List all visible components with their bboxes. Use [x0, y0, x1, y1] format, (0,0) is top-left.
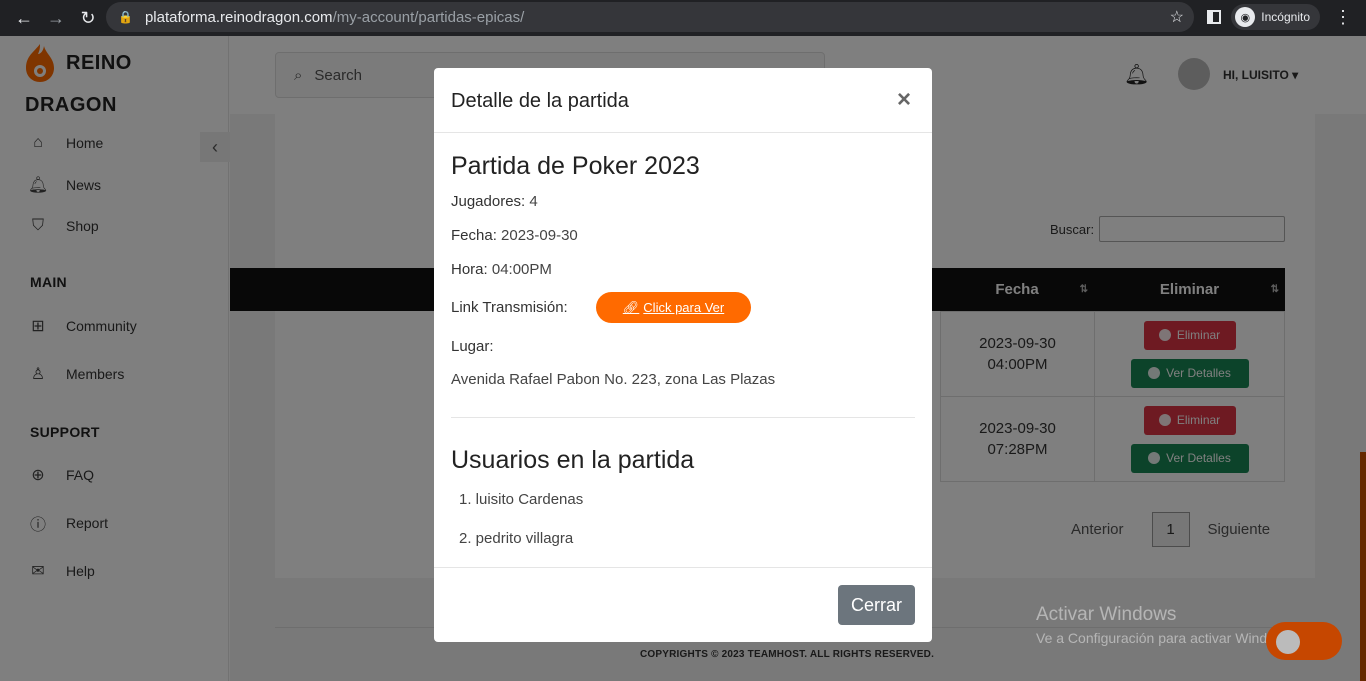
link-field-label: Link Transmisión: — [451, 299, 568, 316]
time-value: 04:00PM — [491, 261, 552, 278]
browser-nav: ← → ↻ — [8, 2, 104, 34]
incognito-badge[interactable]: ◉ Incógnito — [1231, 4, 1320, 30]
close-button[interactable]: Cerrar — [838, 585, 915, 625]
sidepanel-icon[interactable] — [1207, 10, 1222, 24]
theme-toggle[interactable] — [1266, 622, 1342, 660]
place-address: Avenida Rafael Pabon No. 223, zona Las P… — [451, 371, 776, 388]
reload-icon[interactable]: ↻ — [72, 2, 104, 34]
close-icon[interactable]: × — [897, 86, 911, 114]
url-host: plataforma.reinodragon.com — [144, 8, 333, 26]
game-title: Partida de Poker 2023 — [451, 152, 700, 180]
place-label: Lugar: — [451, 338, 494, 355]
list-item: 2. pedrito villagra — [459, 530, 574, 547]
stream-link-label: Click para Ver — [643, 300, 725, 315]
address-bar[interactable]: 🔒 plataforma.reinodragon.com/my-account/… — [106, 2, 1194, 32]
toggle-knob — [1276, 630, 1300, 654]
date-value: 2023-09-30 — [501, 227, 578, 244]
players-value: 4 — [529, 193, 538, 210]
list-item: 1. luisito Cardenas — [459, 491, 584, 508]
browser-toolbar: ← → ↻ 🔒 plataforma.reinodragon.com/my-ac… — [0, 0, 1366, 36]
bookmark-star-icon[interactable]: ☆ — [1170, 7, 1184, 27]
url-path: /my-account/partidas-epicas/ — [332, 8, 525, 26]
incognito-icon: ◉ — [1235, 7, 1256, 27]
lock-icon: 🔒 — [118, 10, 133, 24]
incognito-label: Incógnito — [1261, 10, 1310, 24]
modal-divider — [451, 417, 915, 418]
time-field: Hora: 04:00PM — [451, 261, 552, 278]
players-field: Jugadores: 4 — [451, 193, 538, 210]
stream-link-button[interactable]: 🔗︎ Click para Ver — [596, 292, 751, 323]
forward-arrow-icon[interactable]: → — [40, 2, 72, 34]
date-field: Fecha: 2023-09-30 — [451, 227, 578, 244]
time-label: Hora: — [451, 261, 488, 278]
activation-watermark-subtitle: Ve a Configuración para activar Windows. — [1036, 630, 1296, 646]
browser-menu-icon[interactable]: ⋮ — [1330, 7, 1356, 28]
users-title: Usuarios en la partida — [451, 446, 695, 474]
game-detail-modal: Detalle de la partida × Partida de Poker… — [434, 68, 932, 642]
players-label: Jugadores: — [451, 193, 526, 210]
modal-title: Detalle de la partida — [451, 90, 629, 112]
activation-watermark-title: Activar Windows — [1036, 604, 1177, 625]
modal-header: Detalle de la partida × — [434, 68, 932, 133]
back-arrow-icon[interactable]: ← — [8, 2, 40, 34]
modal-footer-divider — [434, 567, 932, 568]
link-icon: 🔗︎ — [622, 299, 640, 315]
browser-right-controls: ◉ Incógnito ⋮ — [1207, 4, 1356, 30]
date-label: Fecha: — [451, 227, 497, 244]
